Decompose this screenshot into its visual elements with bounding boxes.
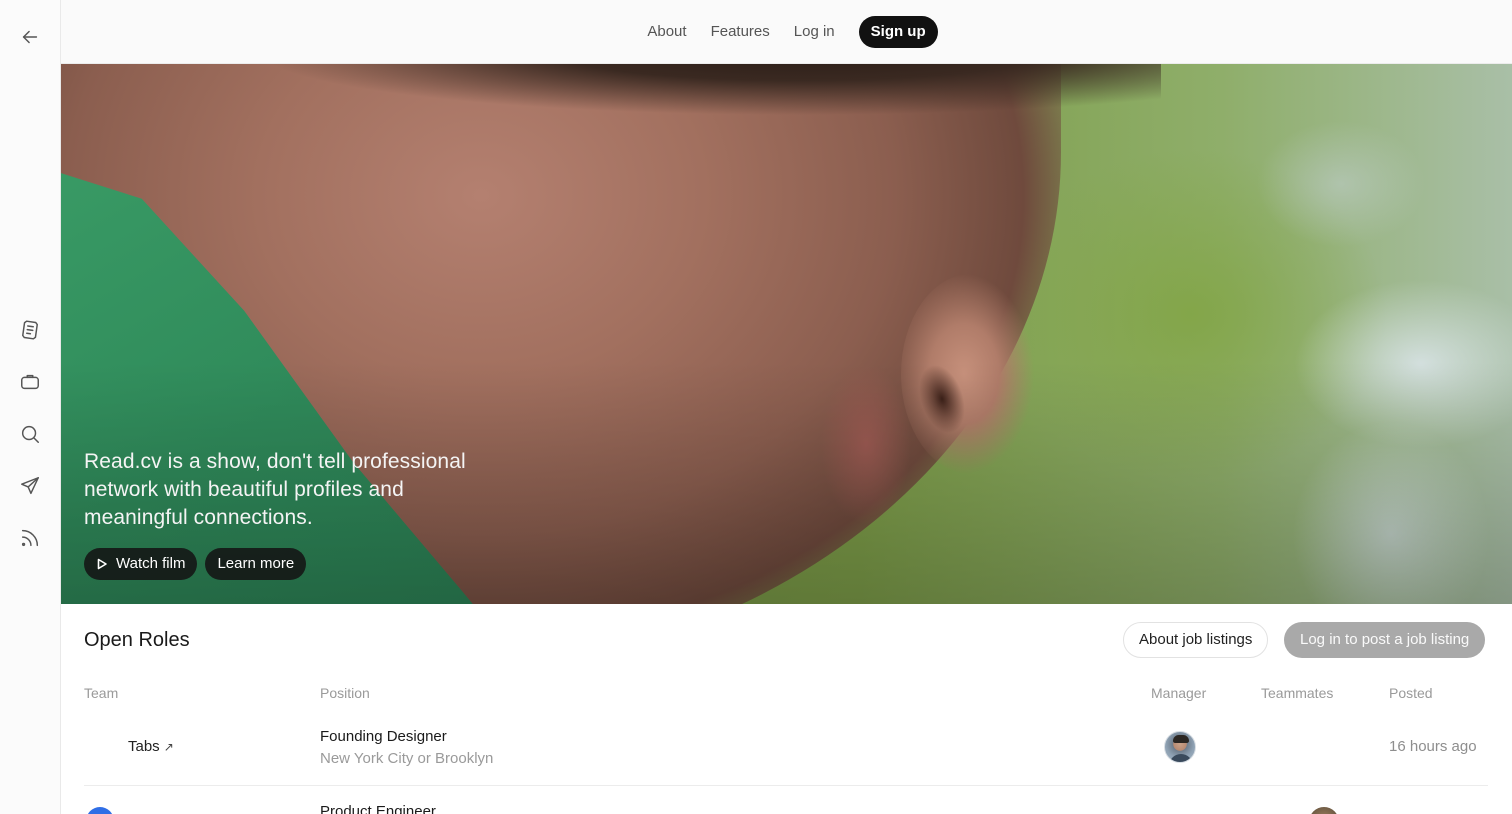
- left-rail: [0, 0, 61, 814]
- nav-about-link[interactable]: About: [635, 16, 698, 48]
- nav-features-link[interactable]: Features: [699, 16, 782, 48]
- table-row[interactable]: Tabs ↗ Founding Designer New York City or…: [84, 711, 1488, 786]
- back-arrow-icon[interactable]: [18, 25, 42, 49]
- table-row[interactable]: Product Engineer: [84, 787, 1488, 814]
- position-location: New York City or Brooklyn: [320, 750, 494, 767]
- send-icon[interactable]: [18, 474, 42, 498]
- about-job-listings-button[interactable]: About job listings: [1123, 622, 1269, 658]
- position-title[interactable]: Product Engineer: [320, 803, 436, 814]
- open-roles-section: Open Roles About job listings Log in to …: [61, 604, 1512, 814]
- post-job-listing-button[interactable]: Log in to post a job listing: [1284, 622, 1486, 658]
- open-roles-title: Open Roles: [84, 629, 190, 651]
- watch-film-label: Watch film: [116, 555, 186, 572]
- signup-button[interactable]: Sign up: [858, 16, 938, 48]
- column-header-team[interactable]: Team: [84, 685, 118, 701]
- manager-avatar-shirt: [1169, 754, 1193, 762]
- rss-icon[interactable]: [18, 526, 42, 550]
- play-icon: [97, 558, 107, 570]
- arrow-up-right-icon: ↗: [163, 740, 174, 754]
- top-nav: About Features Log in Sign up: [61, 0, 1512, 64]
- column-header-position[interactable]: Position: [320, 685, 370, 701]
- learn-more-button[interactable]: Learn more: [205, 548, 307, 580]
- search-icon[interactable]: [18, 422, 42, 446]
- hero-actions: Watch film Learn more: [84, 548, 307, 580]
- hero-tagline: Read.cv is a show, don't tell profession…: [84, 450, 466, 529]
- nav-login-link[interactable]: Log in: [782, 16, 847, 48]
- column-header-posted[interactable]: Posted: [1389, 685, 1433, 701]
- manager-avatar-hair: [1173, 735, 1189, 743]
- teammate-avatar[interactable]: [1309, 807, 1339, 814]
- nav-links: About Features Log in Sign up: [61, 16, 1512, 48]
- column-header-teammates[interactable]: Teammates: [1261, 685, 1333, 701]
- briefcase-icon[interactable]: [18, 370, 42, 394]
- hero-image: Read.cv is a show, don't tell profession…: [61, 64, 1512, 604]
- team-link[interactable]: Tabs ↗: [128, 738, 174, 755]
- watch-film-button[interactable]: Watch film: [84, 548, 198, 580]
- column-header-manager[interactable]: Manager: [1151, 685, 1206, 701]
- team-name: Tabs: [128, 738, 160, 755]
- posted-time: 16 hours ago: [1389, 738, 1477, 755]
- manager-avatar[interactable]: [1164, 731, 1196, 763]
- position-title[interactable]: Founding Designer: [320, 728, 447, 745]
- team-logo[interactable]: [86, 807, 114, 814]
- document-icon[interactable]: [18, 318, 42, 342]
